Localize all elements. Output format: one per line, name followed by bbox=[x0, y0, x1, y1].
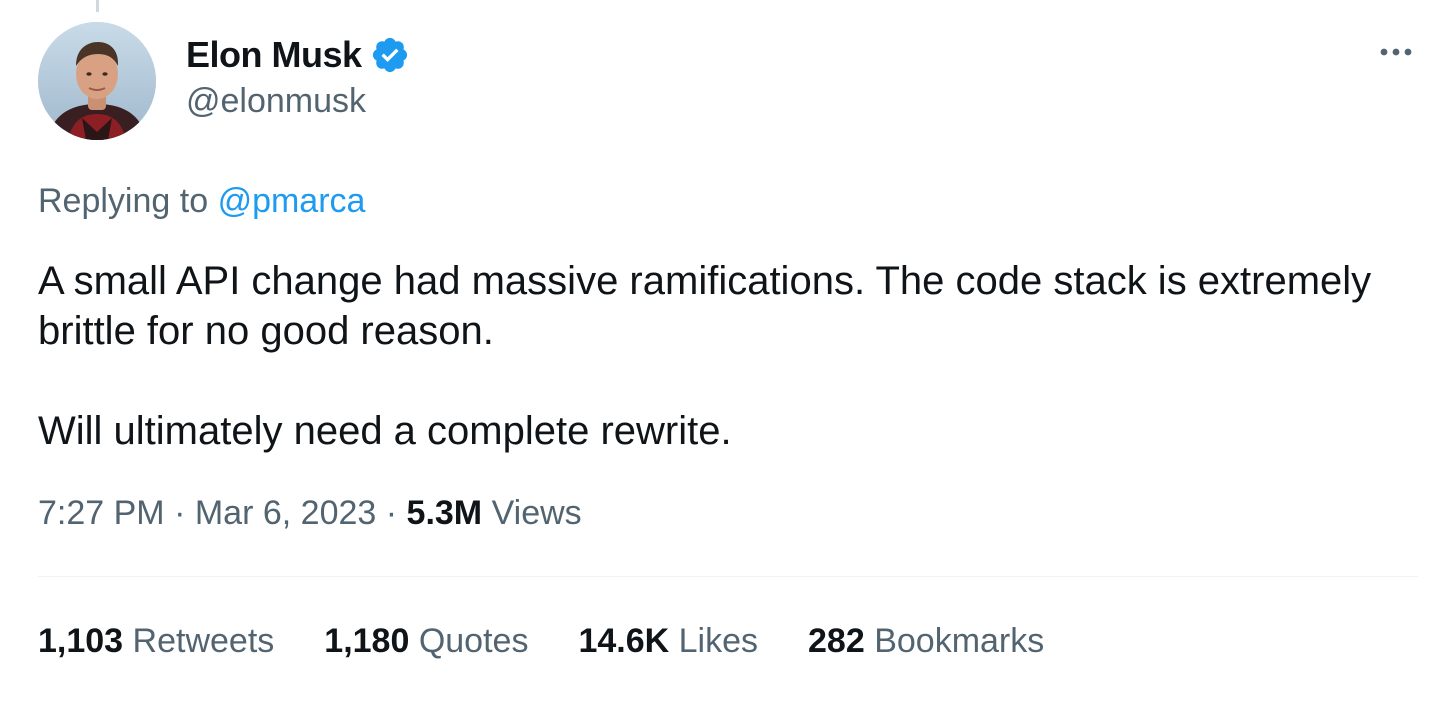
stat-count: 1,103 bbox=[38, 622, 124, 660]
thread-connector-line bbox=[96, 0, 99, 12]
verified-badge-icon[interactable] bbox=[370, 35, 410, 75]
tweet-meta: 7:27 PM · Mar 6, 2023 · 5.3M Views bbox=[38, 494, 582, 533]
replying-to-line: Replying to @pmarca bbox=[38, 182, 365, 221]
tweet-paragraph: Will ultimately need a complete rewrite. bbox=[38, 409, 732, 453]
replying-to-label: Replying to bbox=[38, 182, 209, 220]
divider bbox=[38, 576, 1418, 577]
stat-label: Quotes bbox=[418, 622, 529, 660]
stat-label: Likes bbox=[678, 622, 759, 660]
stat-retweets[interactable]: 1,103 Retweets bbox=[38, 622, 274, 661]
stat-count: 282 bbox=[808, 622, 865, 660]
stat-count: 14.6K bbox=[578, 622, 670, 660]
stat-quotes[interactable]: 1,180 Quotes bbox=[324, 622, 528, 661]
stat-label: Bookmarks bbox=[874, 622, 1045, 660]
more-options-icon[interactable] bbox=[1372, 36, 1420, 68]
stat-label: Retweets bbox=[132, 622, 275, 660]
author-display-name[interactable]: Elon Musk bbox=[186, 34, 362, 76]
reply-mention-link[interactable]: @pmarca bbox=[218, 182, 366, 220]
engagement-stats: 1,103 Retweets 1,180 Quotes 14.6K Likes … bbox=[38, 622, 1094, 661]
stat-count: 1,180 bbox=[324, 622, 410, 660]
author-handle[interactable]: @elonmusk bbox=[186, 82, 366, 121]
stat-bookmarks[interactable]: 282 Bookmarks bbox=[808, 622, 1044, 661]
avatar[interactable] bbox=[38, 22, 156, 140]
stat-likes[interactable]: 14.6K Likes bbox=[578, 622, 758, 661]
tweet-text: A small API change had massive ramificat… bbox=[38, 256, 1418, 456]
views-label: Views bbox=[491, 494, 582, 532]
tweet-card: Elon Musk @elonmusk Replying to @pmarca … bbox=[0, 0, 1456, 706]
author-name-row: Elon Musk bbox=[186, 32, 410, 78]
tweet-date[interactable]: Mar 6, 2023 bbox=[195, 494, 376, 532]
meta-separator: · bbox=[385, 494, 398, 532]
tweet-time[interactable]: 7:27 PM bbox=[38, 494, 165, 532]
tweet-paragraph: A small API change had massive ramificat… bbox=[38, 259, 1372, 353]
views-count: 5.3M bbox=[406, 494, 483, 532]
meta-separator: · bbox=[174, 494, 186, 532]
